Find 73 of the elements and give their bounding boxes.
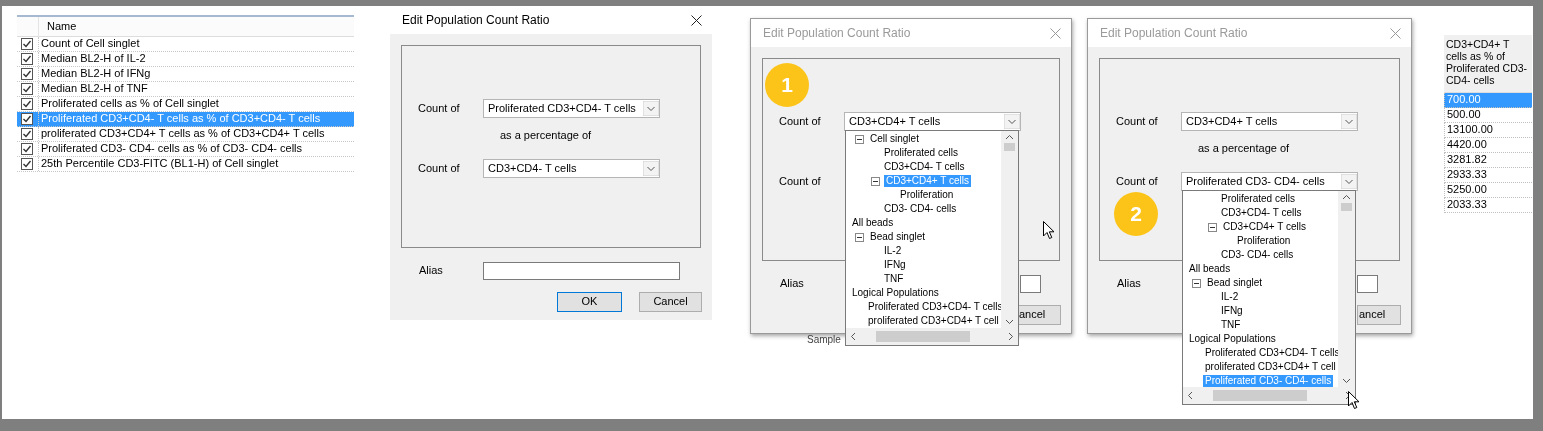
- tree-item[interactable]: CD3+CD4- T cells: [1219, 207, 1304, 219]
- tree-item[interactable]: Proliferated cells: [1219, 193, 1297, 205]
- list-item-label: Median BL2-H of TNF: [38, 82, 148, 96]
- step-badge: 1: [765, 63, 809, 107]
- tree-item[interactable]: Cell singlet: [868, 133, 921, 145]
- dialog-title: Edit Population Count Ratio: [763, 25, 911, 41]
- field-label: Count of: [418, 161, 461, 176]
- field-label: Count of: [779, 174, 822, 189]
- step-badge: 2: [1114, 192, 1158, 236]
- tree-item[interactable]: Logical Populations: [850, 287, 941, 299]
- field-label: Alias: [780, 277, 805, 291]
- table-cell[interactable]: 4420.00: [1444, 138, 1532, 153]
- dialog-title: Edit Population Count Ratio: [402, 12, 550, 28]
- list-row[interactable]: proliferated CD3+CD4+ T cells as % of CD3+CD4+ T cells: [17, 127, 354, 142]
- column-header[interactable]: Name: [39, 19, 77, 34]
- field-label: Alias: [419, 264, 444, 278]
- table-cell[interactable]: 5250.00: [1444, 183, 1532, 198]
- list-row[interactable]: Median BL2-H of TNF: [17, 82, 354, 97]
- tree-item[interactable]: proliferated CD3+CD4+ T cell: [866, 315, 1001, 327]
- table-cell[interactable]: 500.00: [1444, 108, 1532, 123]
- table-cell[interactable]: 3281.82: [1444, 153, 1532, 168]
- dropdown-field[interactable]: CD3+CD4+ T cells: [1181, 112, 1358, 131]
- ok-button[interactable]: OK: [557, 292, 622, 312]
- field-label: Count of: [1116, 114, 1159, 129]
- tree-item[interactable]: All beads: [1187, 263, 1233, 275]
- tree-item[interactable]: Bead singlet: [1205, 277, 1265, 289]
- cancel-button[interactable]: ancel: [1357, 305, 1401, 325]
- list-row[interactable]: 25th Percentile CD3-FITC (BL1-H) of Cell singlet: [17, 157, 354, 172]
- table-cell[interactable]: 2033.33: [1444, 198, 1532, 213]
- tree-item[interactable]: CD3- CD4- cells: [882, 203, 959, 215]
- tree-item[interactable]: IL-2: [882, 245, 904, 257]
- tree-item[interactable]: IL-2: [1219, 291, 1241, 303]
- list-item-label: Median BL2-H of IL-2: [38, 52, 146, 66]
- list-item-label: Count of Cell singlet: [38, 37, 140, 51]
- table-cell[interactable]: 2933.33: [1444, 168, 1532, 183]
- cancel-button[interactable]: ancel: [1017, 305, 1061, 325]
- list-row[interactable]: Proliferated CD3- CD4- cells as % of CD3- CD4- cells: [17, 142, 354, 157]
- list-item-label: Median BL2-H of IFNg: [38, 67, 151, 81]
- tree-item[interactable]: TNF: [1219, 319, 1243, 331]
- column-header[interactable]: CD3+CD4+ T cells as % of Proliferated CD3- CD4- cells: [1444, 35, 1532, 93]
- dropdown-field[interactable]: Proliferated CD3+CD4- T cells: [483, 99, 660, 118]
- tree-item[interactable]: Proliferation: [898, 189, 956, 201]
- tree-item[interactable]: IFNg: [1219, 305, 1245, 317]
- list-item-label: Proliferated CD3- CD4- cells as % of CD3- CD4- cells: [38, 142, 302, 156]
- list-item-label: 25th Percentile CD3-FITC (BL1-H) of Cell singlet: [38, 157, 279, 171]
- tree-item[interactable]: Bead singlet: [868, 231, 928, 243]
- list-item-label: Proliferated cells as % of Cell singlet: [38, 97, 219, 111]
- tree-item[interactable]: proliferated CD3+CD4+ T cell: [1203, 361, 1338, 373]
- dropdown-field[interactable]: CD3+CD4- T cells: [483, 159, 660, 178]
- cancel-button[interactable]: Cancel: [639, 292, 702, 312]
- list-row[interactable]: Count of Cell singlet: [17, 37, 354, 52]
- tree-item[interactable]: Logical Populations: [1187, 333, 1278, 345]
- tree-item[interactable]: TNF: [882, 273, 906, 285]
- field-label: Count of: [779, 114, 822, 129]
- tree-item[interactable]: All beads: [850, 217, 896, 229]
- tree-item[interactable]: Proliferated cells: [882, 147, 960, 159]
- caption-text: as a percentage of: [1198, 142, 1291, 156]
- list-row[interactable]: Median BL2-H of IL-2: [17, 52, 354, 67]
- tree-item[interactable]: Proliferation: [1235, 235, 1293, 247]
- tree-item[interactable]: CD3- CD4- cells: [1219, 249, 1296, 261]
- dialog-title: Edit Population Count Ratio: [1100, 25, 1248, 41]
- field-label: Alias: [1117, 277, 1142, 291]
- table-cell[interactable]: 13100.00: [1444, 123, 1532, 138]
- tree-item[interactable]: IFNg: [882, 259, 908, 271]
- field-label: Count of: [1116, 174, 1159, 189]
- list-item-label: Proliferated CD3+CD4- T cells as % of CD3+CD4- T cells: [38, 112, 321, 126]
- list-item-label: proliferated CD3+CD4+ T cells as % of CD3+CD4+ T cells: [38, 127, 325, 141]
- column-label: Sample: [807, 334, 841, 346]
- caption-text: as a percentage of: [500, 129, 593, 143]
- tree-item[interactable]: CD3+CD4+ T cells: [1221, 221, 1308, 233]
- tree-item[interactable]: CD3+CD4- T cells: [882, 161, 967, 173]
- field-label: Count of: [418, 101, 461, 116]
- list-row[interactable]: Median BL2-H of IFNg: [17, 67, 354, 82]
